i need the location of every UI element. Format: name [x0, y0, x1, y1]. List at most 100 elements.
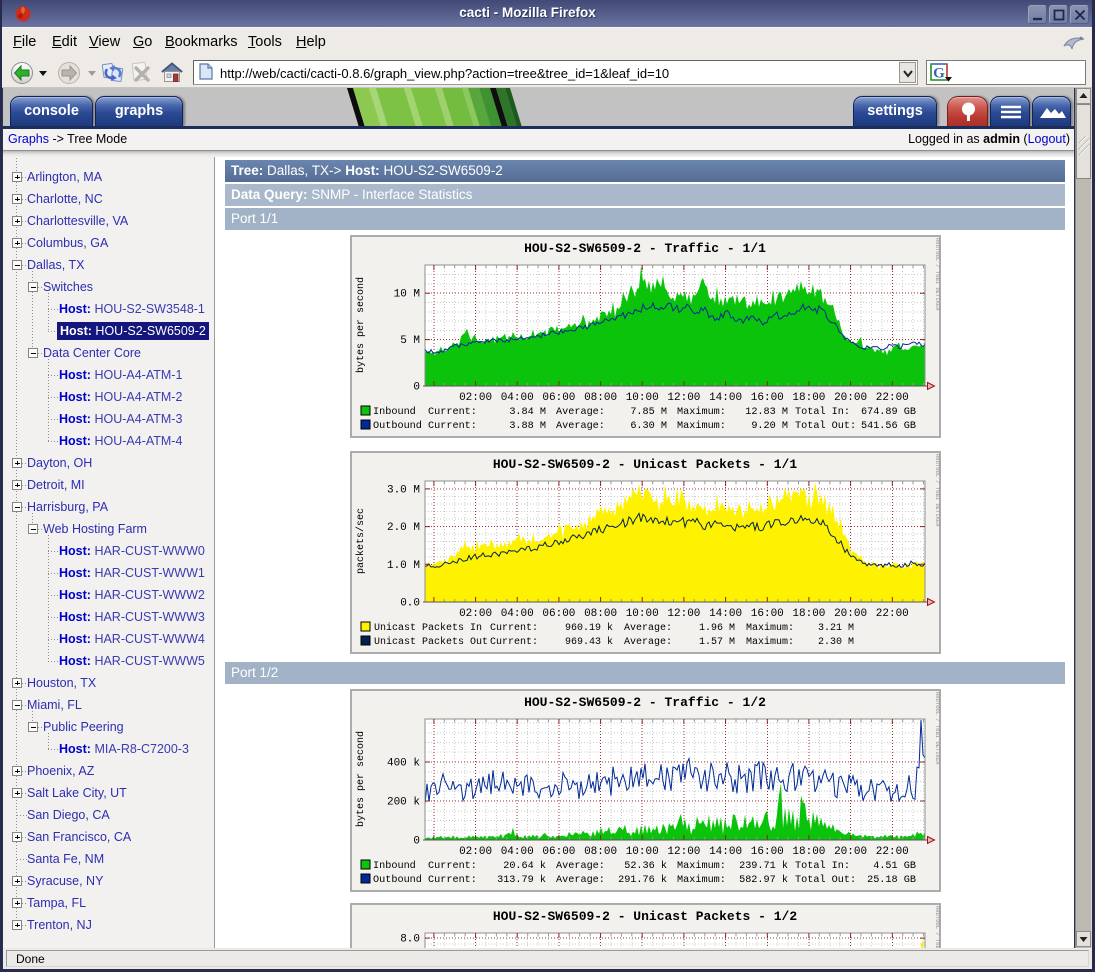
svg-text:Current:: Current: [428, 875, 477, 886]
svg-text:06:00: 06:00 [542, 392, 575, 404]
svg-text:18:00: 18:00 [792, 392, 825, 404]
svg-text:3.88 M: 3.88 M [509, 421, 546, 432]
svg-text:2.0 M: 2.0 M [387, 522, 420, 534]
svg-text:Current:: Current: [490, 623, 538, 634]
svg-text:Maximum:: Maximum: [677, 406, 726, 418]
svg-text:20:00: 20:00 [834, 846, 867, 858]
svg-text:Current:: Current: [428, 861, 477, 872]
svg-text:Maximum:: Maximum: [746, 622, 794, 634]
svg-text:Average:: Average: [556, 875, 605, 886]
svg-text:Average:: Average: [556, 421, 605, 432]
svg-text:22:00: 22:00 [876, 846, 909, 858]
svg-text:08:00: 08:00 [584, 846, 617, 858]
svg-text:16:00: 16:00 [751, 392, 784, 404]
svg-text:Total In:: Total In: [795, 406, 850, 418]
svg-text:Average:: Average: [556, 407, 605, 418]
svg-text:20.64 k: 20.64 k [503, 860, 546, 872]
svg-text:16:00: 16:00 [751, 846, 784, 858]
svg-text:08:00: 08:00 [584, 608, 617, 620]
svg-text:22:00: 22:00 [876, 608, 909, 620]
svg-text:bytes per second: bytes per second [355, 731, 367, 827]
svg-text:Average:: Average: [556, 861, 605, 872]
svg-text:Current:: Current: [428, 407, 477, 418]
svg-text:Outbound: Outbound [373, 420, 422, 432]
svg-text:10:00: 10:00 [626, 392, 659, 404]
svg-text:packets/sec: packets/sec [355, 508, 367, 574]
svg-text:20:00: 20:00 [834, 608, 867, 620]
svg-text:3.84 M: 3.84 M [509, 407, 546, 418]
svg-text:06:00: 06:00 [542, 608, 575, 620]
svg-text:239.71 k: 239.71 k [739, 860, 788, 872]
svg-text:16:00: 16:00 [751, 608, 784, 620]
svg-text:12:00: 12:00 [667, 392, 700, 404]
svg-text:5 M: 5 M [400, 335, 420, 347]
svg-text:RRDTOOL / TOBI OETIKER: RRDTOOL / TOBI OETIKER [934, 692, 941, 765]
svg-text:200 k: 200 k [387, 797, 420, 809]
svg-text:9.20 M: 9.20 M [751, 421, 788, 432]
svg-text:14:00: 14:00 [709, 608, 742, 620]
svg-text:Average:: Average: [624, 637, 672, 648]
svg-text:Total Out:: Total Out: [795, 420, 856, 432]
svg-text:18:00: 18:00 [792, 608, 825, 620]
svg-text:Average:: Average: [624, 623, 672, 634]
svg-text:10:00: 10:00 [626, 608, 659, 620]
svg-text:12:00: 12:00 [667, 846, 700, 858]
svg-text:541.56 GB: 541.56 GB [861, 421, 916, 432]
svg-text:04:00: 04:00 [501, 392, 534, 404]
svg-text:0: 0 [413, 836, 420, 848]
svg-text:HOU-S2-SW6509-2 - Traffic - 1/: HOU-S2-SW6509-2 - Traffic - 1/2 [524, 695, 766, 710]
svg-text:02:00: 02:00 [459, 846, 492, 858]
svg-text:400 k: 400 k [387, 758, 420, 770]
svg-text:Current:: Current: [428, 421, 477, 432]
svg-text:291.76 k: 291.76 k [618, 874, 667, 886]
svg-text:18:00: 18:00 [792, 846, 825, 858]
svg-text:674.89 GB: 674.89 GB [861, 407, 916, 418]
svg-text:04:00: 04:00 [501, 846, 534, 858]
svg-text:Current:: Current: [490, 637, 538, 648]
svg-text:14:00: 14:00 [709, 846, 742, 858]
svg-text:RRDTOOL / TOBI OETIKER: RRDTOOL / TOBI OETIKER [934, 238, 941, 311]
svg-text:2.30 M: 2.30 M [818, 637, 854, 648]
svg-text:Maximum:: Maximum: [746, 636, 794, 648]
svg-text:20:00: 20:00 [834, 392, 867, 404]
svg-text:14:00: 14:00 [709, 392, 742, 404]
svg-text:Maximum:: Maximum: [677, 874, 726, 886]
svg-text:RRDTOOL / TOBI OETIKER: RRDTOOL / TOBI OETIKER [934, 906, 941, 948]
svg-text:10 M: 10 M [394, 289, 420, 301]
svg-text:Inbound: Inbound [373, 860, 416, 872]
svg-text:bytes per second: bytes per second [355, 277, 367, 373]
svg-text:Maximum:: Maximum: [677, 860, 726, 872]
svg-text:Outbound: Outbound [373, 874, 422, 886]
svg-text:313.79 k: 313.79 k [497, 874, 546, 886]
svg-text:HOU-S2-SW6509-2 - Unicast Pack: HOU-S2-SW6509-2 - Unicast Packets - 1/1 [493, 457, 797, 472]
svg-text:Total Out:: Total Out: [795, 874, 856, 886]
svg-text:1.0 M: 1.0 M [387, 560, 420, 572]
svg-text:Unicast Packets Out: Unicast Packets Out [374, 636, 488, 648]
svg-text:Total In:: Total In: [795, 860, 850, 872]
svg-text:Inbound: Inbound [373, 406, 416, 418]
svg-text:22:00: 22:00 [876, 392, 909, 404]
svg-text:582.97 k: 582.97 k [739, 874, 788, 886]
svg-text:02:00: 02:00 [459, 392, 492, 404]
svg-text:Unicast Packets In: Unicast Packets In [374, 622, 482, 634]
svg-text:HOU-S2-SW6509-2 - Traffic - 1/: HOU-S2-SW6509-2 - Traffic - 1/1 [524, 241, 766, 256]
svg-text:G: G [933, 66, 945, 82]
svg-text:4.51 GB: 4.51 GB [873, 861, 916, 872]
svg-text:04:00: 04:00 [501, 608, 534, 620]
svg-text:06:00: 06:00 [542, 846, 575, 858]
svg-text:960.19 k: 960.19 k [565, 622, 613, 634]
svg-text:HOU-S2-SW6509-2 - Unicast Pack: HOU-S2-SW6509-2 - Unicast Packets - 1/2 [493, 909, 797, 924]
svg-text:3.21 M: 3.21 M [818, 623, 854, 634]
svg-text:0: 0 [413, 382, 420, 394]
svg-text:Maximum:: Maximum: [677, 420, 726, 432]
svg-text:3.0 M: 3.0 M [387, 484, 420, 496]
svg-text:52.36 k: 52.36 k [624, 860, 667, 872]
svg-text:969.43 k: 969.43 k [565, 636, 613, 648]
svg-text:12.83 M: 12.83 M [745, 407, 788, 418]
svg-text:25.18 GB: 25.18 GB [867, 875, 916, 886]
svg-text:7.85 M: 7.85 M [630, 407, 667, 418]
svg-text:RRDTOOL / TOBI OETIKER: RRDTOOL / TOBI OETIKER [934, 454, 941, 527]
svg-text:8.0: 8.0 [400, 934, 420, 946]
svg-text:6.30 M: 6.30 M [630, 421, 667, 432]
svg-text:1.96 M: 1.96 M [699, 623, 735, 634]
